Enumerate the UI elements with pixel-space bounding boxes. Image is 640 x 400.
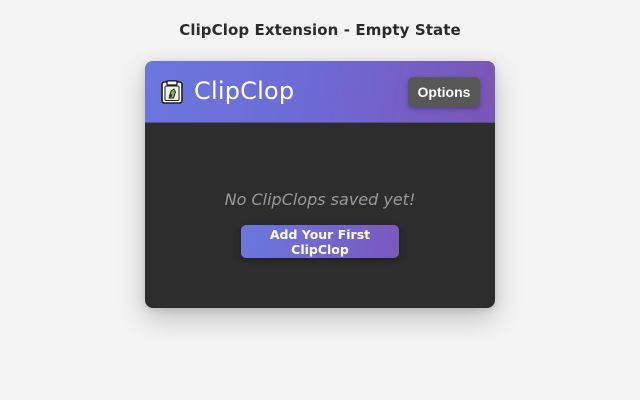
app-title: ClipClop — [194, 77, 295, 105]
options-button[interactable]: Options — [408, 77, 480, 107]
popup-header: ClipClop Options — [145, 61, 495, 123]
clipboard-icon — [161, 80, 183, 104]
page-heading: ClipClop Extension - Empty State — [179, 21, 461, 39]
empty-state-message: No ClipClops saved yet! — [224, 190, 416, 209]
add-first-clipclop-button[interactable]: Add Your First ClipClop — [241, 225, 399, 258]
extension-popup: ClipClop Options No ClipClops saved yet!… — [145, 61, 495, 308]
